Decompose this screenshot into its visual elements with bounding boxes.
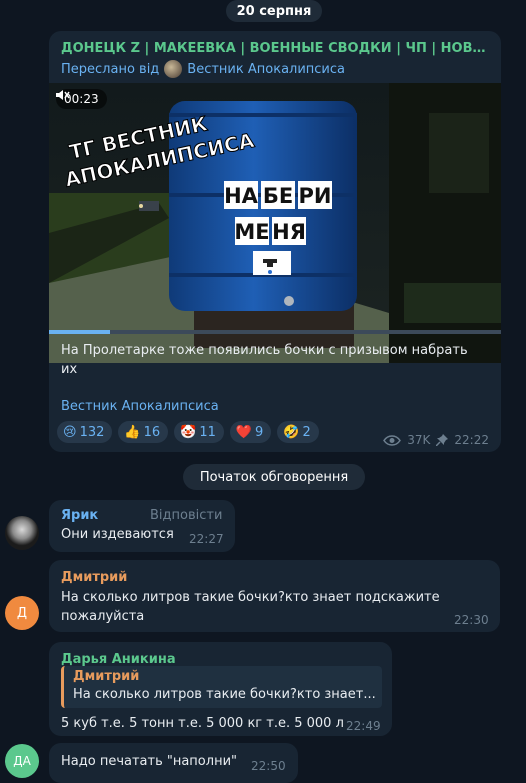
video-player[interactable]: НА БЕ РИ МЕ НЯ ТГ ВЕСТНИК АПОКАЛИПСИСА 0… bbox=[49, 83, 501, 363]
eye-icon bbox=[383, 434, 402, 446]
video-progress-fill bbox=[49, 330, 111, 334]
forwarded-channel-avatar bbox=[164, 60, 183, 78]
reaction-count: 132 bbox=[79, 424, 105, 440]
message-bubble[interactable]: Надо печатать "наполни" 22:50 bbox=[49, 743, 298, 783]
reaction-count: 2 bbox=[302, 424, 311, 440]
barrel-word: НЯ bbox=[272, 220, 306, 244]
reply-quote[interactable]: Дмитрий На сколько литров такие бочки?кт… bbox=[61, 666, 382, 708]
video-progress-bar[interactable] bbox=[49, 330, 501, 334]
reply-link[interactable]: Відповісти bbox=[150, 508, 222, 523]
message-text: 5 куб т.е. 5 тонн т.е. 5 000 кг т.е. 5 0… bbox=[61, 716, 344, 731]
message-bubble[interactable]: Дарья Аникина Дмитрий На сколько литров … bbox=[49, 642, 392, 736]
reaction-emoji: ❤️ bbox=[235, 424, 253, 440]
sender-name[interactable]: Дмитрий bbox=[61, 570, 127, 585]
reaction-rofl[interactable]: 🤣 2 bbox=[277, 421, 319, 443]
pin-icon bbox=[436, 434, 449, 446]
avatar[interactable]: Д bbox=[5, 596, 39, 630]
channel-title[interactable]: ДОНЕЦК Z | МАКЕЕВКА | ВОЕННЫЕ СВОДКИ | Ч… bbox=[61, 41, 491, 56]
message-time: 22:50 bbox=[251, 759, 286, 773]
message-time: 22:49 bbox=[346, 719, 381, 733]
mute-icon[interactable] bbox=[56, 89, 70, 101]
video-frame: НА БЕ РИ МЕ НЯ ТГ ВЕСТНИК АПОКАЛИПСИСА bbox=[49, 83, 501, 363]
post-caption: На Пролетарке тоже появились бочки с при… bbox=[61, 343, 468, 377]
reaction-emoji: 🤣 bbox=[283, 424, 300, 440]
date-separator: 20 серпня bbox=[226, 0, 322, 22]
reaction-emoji: 😢 bbox=[63, 424, 77, 440]
avatar[interactable] bbox=[5, 516, 39, 550]
video-duration-badge[interactable]: 00:23 bbox=[56, 89, 107, 109]
reaction-crying[interactable]: 😢 132 bbox=[57, 421, 113, 443]
avatar[interactable]: ДА bbox=[5, 744, 39, 778]
barrel-word: НА bbox=[224, 184, 259, 208]
message-text: Они издеваются bbox=[61, 527, 174, 542]
forwarded-prefix: Переслано від bbox=[61, 61, 160, 77]
message-bubble[interactable]: Дмитрий На сколько литров такие бочки?кт… bbox=[49, 560, 500, 632]
quote-sender: Дмитрий bbox=[73, 669, 140, 684]
barrel-word: БЕ bbox=[263, 184, 293, 208]
reaction-count: 16 bbox=[143, 424, 161, 440]
message-bubble[interactable]: Ярик Відповісти Они издеваются 22:27 bbox=[49, 500, 235, 552]
message-text: На сколько литров такие бочки?кто знает … bbox=[61, 590, 440, 624]
channel-post[interactable]: ДОНЕЦК Z | МАКЕЕВКА | ВОЕННЫЕ СВОДКИ | Ч… bbox=[49, 31, 501, 452]
message-text: Надо печатать "наполни" bbox=[61, 754, 238, 769]
reaction-count: 9 bbox=[255, 424, 264, 440]
post-signature[interactable]: Вестник Апокалипсиса bbox=[61, 399, 219, 414]
reaction-clown[interactable]: 🤡 11 bbox=[174, 421, 224, 443]
reaction-thumbs-up[interactable]: 👍 16 bbox=[118, 421, 169, 443]
sender-name[interactable]: Дарья Аникина bbox=[61, 652, 176, 667]
message-time: 22:27 bbox=[189, 532, 224, 546]
barrel-word: МЕ bbox=[234, 220, 269, 244]
barrel-word: РИ bbox=[299, 184, 332, 208]
reaction-count: 11 bbox=[199, 424, 216, 440]
forwarded-channel-name[interactable]: Вестник Апокалипсиса bbox=[187, 62, 345, 77]
post-time: 22:22 bbox=[454, 433, 489, 447]
message-time: 22:30 bbox=[454, 613, 489, 627]
discussion-start-label: Початок обговорення bbox=[183, 464, 365, 490]
reaction-heart[interactable]: ❤️ 9 bbox=[229, 421, 272, 443]
sender-name[interactable]: Ярик bbox=[61, 508, 98, 523]
reaction-emoji: 🤡 bbox=[180, 424, 197, 440]
post-meta: 37K 22:22 bbox=[383, 433, 489, 447]
forwarded-header[interactable]: Переслано від Вестник Апокалипсиса bbox=[61, 60, 345, 78]
quote-text: На сколько литров такие бочки?кто знает.… bbox=[73, 687, 376, 702]
views-count: 37K bbox=[407, 433, 431, 447]
reaction-emoji: 👍 bbox=[124, 424, 141, 440]
reactions-bar: 😢 132 👍 16 🤡 11 ❤️ 9 🤣 2 bbox=[57, 421, 319, 443]
